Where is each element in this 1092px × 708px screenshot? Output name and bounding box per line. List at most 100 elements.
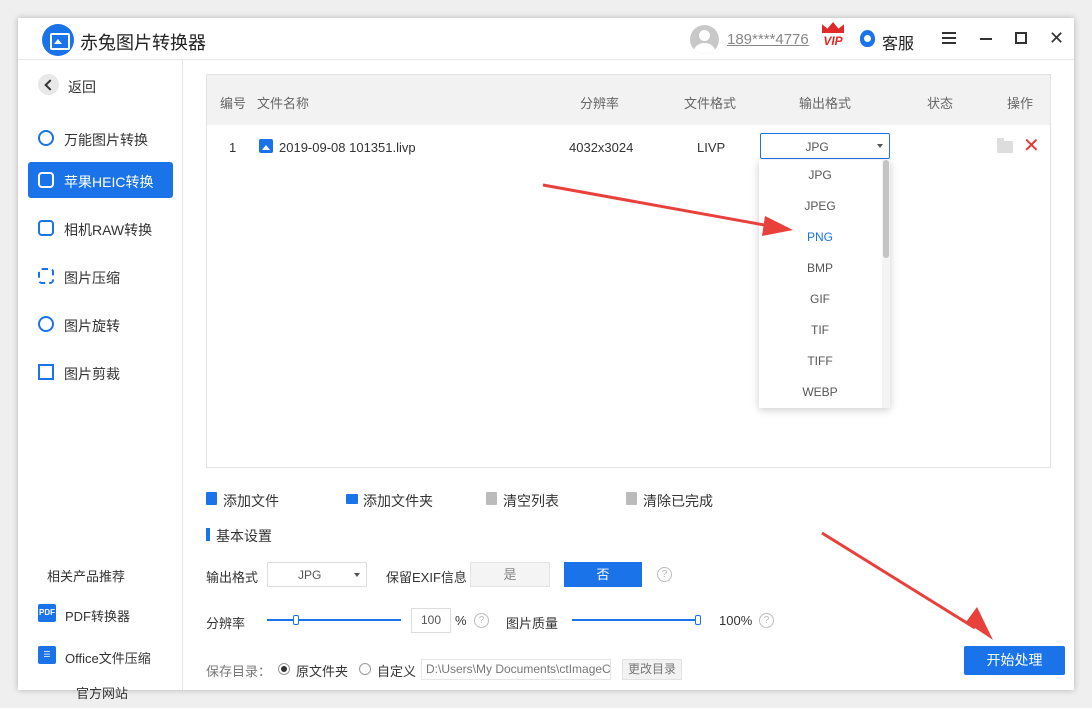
app-title: 赤兔图片转换器 <box>80 33 206 53</box>
help-icon[interactable]: ? <box>657 567 672 582</box>
crown-icon <box>822 22 844 33</box>
resolution-slider[interactable] <box>267 619 401 621</box>
back-button[interactable]: 返回 <box>38 74 138 96</box>
custom-label: 自定义 <box>377 664 417 679</box>
table-header: 编号 文件名称 分辨率 文件格式 输出格式 状态 操作 <box>207 75 1050 125</box>
dropdown-option[interactable]: JPEG <box>759 191 881 222</box>
col-status: 状态 <box>927 96 954 111</box>
add-file-icon <box>206 492 217 505</box>
section-title: 基本设置 <box>216 528 272 544</box>
recommend-pdf-converter[interactable]: PDF PDF转换器 <box>38 604 178 626</box>
resolution-slider-thumb[interactable] <box>293 615 299 625</box>
image-icon <box>38 172 54 188</box>
change-dir-button[interactable]: 更改目录 <box>622 659 682 680</box>
rotate-icon <box>38 316 54 332</box>
minimize-icon[interactable] <box>980 38 992 40</box>
sidebar-item-label: 图片旋转 <box>64 318 120 334</box>
col-action: 操作 <box>1007 96 1034 111</box>
sidebar-item-label: 图片压缩 <box>64 270 120 286</box>
col-number: 编号 <box>220 96 247 111</box>
avatar[interactable] <box>690 25 719 54</box>
sidebar-item-label: 苹果HEIC转换 <box>64 174 154 190</box>
resolution-input[interactable]: 100 <box>411 608 451 633</box>
exif-yes-button[interactable]: 是 <box>470 562 550 587</box>
dropdown-option[interactable]: JPG <box>759 160 881 191</box>
folder-icon[interactable] <box>997 138 1013 153</box>
exif-no-button[interactable]: 否 <box>564 562 642 587</box>
quality-label: 图片质量 <box>506 616 559 631</box>
folder-icon <box>346 494 358 504</box>
recommend-office-compress[interactable]: ☰ Office文件压缩 <box>38 646 178 668</box>
vip-badge[interactable]: VIP <box>819 22 847 52</box>
quality-slider-thumb[interactable] <box>695 615 701 625</box>
close-icon[interactable]: ✕ <box>1049 29 1064 47</box>
cell-filename: 2019-09-08 101351.livp <box>279 140 416 155</box>
scrollbar-thumb[interactable] <box>883 160 889 258</box>
office-icon: ☰ <box>38 646 56 664</box>
service-button[interactable]: 客服 <box>882 30 914 54</box>
sidebar-item-rotate[interactable]: 图片旋转 <box>28 306 173 342</box>
raw-icon <box>38 220 54 236</box>
username-link[interactable]: 189****4776 <box>727 31 809 48</box>
save-path-input[interactable]: D:\Users\My Documents\ctImageC <box>421 659 611 680</box>
section-marker <box>206 528 210 541</box>
resolution-label: 分辨率 <box>206 616 246 631</box>
dropdown-option[interactable]: TIF <box>759 315 881 346</box>
dropdown-option[interactable]: GIF <box>759 284 881 315</box>
original-folder-label: 原文件夹 <box>296 664 349 679</box>
official-website-link[interactable]: 官方网站 <box>76 683 128 702</box>
sidebar-item-heic-convert[interactable]: 苹果HEIC转换 <box>28 162 173 198</box>
dropdown-option[interactable]: PNG <box>759 222 881 253</box>
sidebar-item-label: 万能图片转换 <box>64 132 148 148</box>
broom-icon <box>626 492 637 505</box>
cell-resolution: 4032x3024 <box>569 140 634 155</box>
clear-done-button[interactable]: 清除已完成 <box>626 490 716 510</box>
resolution-unit: % <box>455 613 467 628</box>
delete-icon[interactable]: ✕ <box>1023 133 1040 158</box>
service-icon[interactable] <box>860 30 875 47</box>
quality-value: 100% <box>719 613 753 628</box>
recommend-title: 相关产品推荐 <box>47 569 126 584</box>
image-file-icon <box>259 139 273 153</box>
add-file-button[interactable]: 添加文件 <box>206 490 286 510</box>
back-label: 返回 <box>68 79 96 95</box>
output-format-select[interactable]: JPG <box>760 133 890 159</box>
original-folder-radio[interactable] <box>278 663 290 675</box>
sidebar-item-label: 图片剪裁 <box>64 366 120 382</box>
custom-radio[interactable] <box>359 663 371 675</box>
exif-label: 保留EXIF信息 <box>386 570 467 585</box>
output-format-value: JPG <box>805 140 829 154</box>
app-window: 赤兔图片转换器 189****4776 VIP 客服 ✕ 返回 万能图片转换 苹… <box>18 18 1074 701</box>
sidebar-item-universal-convert[interactable]: 万能图片转换 <box>28 120 173 156</box>
help-icon[interactable]: ? <box>474 613 489 628</box>
col-filename: 文件名称 <box>257 96 310 111</box>
caret-down-icon <box>877 144 883 148</box>
col-output: 输出格式 <box>799 96 852 111</box>
col-resolution: 分辨率 <box>580 96 620 111</box>
save-dir-label: 保存目录： <box>206 664 272 679</box>
menu-icon[interactable] <box>942 32 956 44</box>
sidebar-item-crop[interactable]: 图片剪裁 <box>28 354 173 390</box>
add-file-label: 添加文件 <box>223 493 279 509</box>
dropdown-option[interactable]: BMP <box>759 253 881 284</box>
maximize-icon[interactable] <box>1015 32 1027 44</box>
sidebar-item-compress[interactable]: 图片压缩 <box>28 258 173 294</box>
title-bar: 赤兔图片转换器 189****4776 VIP 客服 ✕ <box>18 18 1074 60</box>
output-format-setting-select[interactable]: JPG <box>267 562 367 587</box>
col-format: 文件格式 <box>684 96 737 111</box>
add-folder-button[interactable]: 添加文件夹 <box>346 490 436 510</box>
start-button[interactable]: 开始处理 <box>964 646 1065 675</box>
clear-list-button[interactable]: 清空列表 <box>486 490 566 510</box>
dropdown-option[interactable]: TIFF <box>759 346 881 377</box>
sidebar-item-raw-convert[interactable]: 相机RAW转换 <box>28 210 173 246</box>
caret-down-icon <box>354 573 360 577</box>
output-format-setting-value: JPG <box>298 568 322 582</box>
help-icon[interactable]: ? <box>759 613 774 628</box>
file-table: 编号 文件名称 分辨率 文件格式 输出格式 状态 操作 1 2019-09-08… <box>206 74 1051 468</box>
quality-slider[interactable] <box>572 619 700 621</box>
recommend-label: Office文件压缩 <box>65 651 151 666</box>
dropdown-option[interactable]: WEBP <box>759 377 881 408</box>
app-logo-icon <box>42 24 74 56</box>
pdf-icon: PDF <box>38 604 56 622</box>
dropdown-scrollbar[interactable] <box>882 160 890 408</box>
